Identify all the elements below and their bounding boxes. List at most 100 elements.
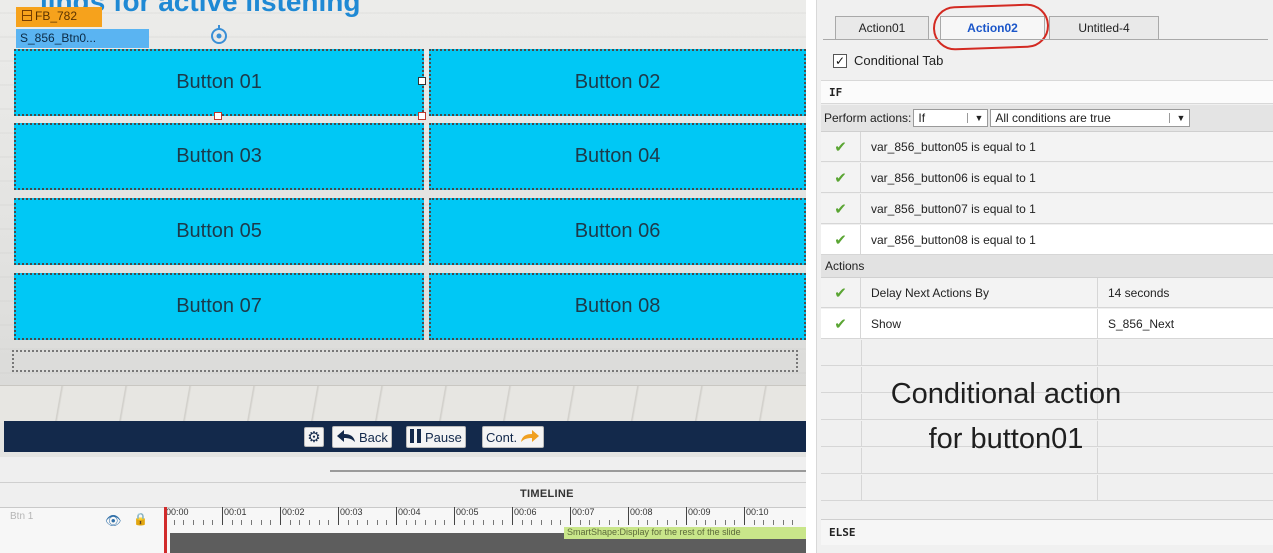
ruler-minor-tick: [415, 520, 417, 525]
timeline-separator: [0, 482, 806, 483]
rotate-icon[interactable]: [208, 24, 230, 46]
resize-handle-bottom[interactable]: [214, 112, 222, 120]
pause-icon: [410, 428, 422, 446]
action-row[interactable]: ✔ Show S_856_Next: [821, 309, 1273, 339]
ruler-minor-tick: [618, 520, 620, 525]
action-row[interactable]: ✔ Delay Next Actions By 14 seconds: [821, 278, 1273, 308]
timeline-title: TIMELINE: [520, 488, 574, 500]
highlight-circle-annotation: [932, 2, 1050, 52]
condition-row[interactable]: ✔ var_856_button07 is equal to 1: [821, 194, 1273, 224]
if-section-header: IF: [821, 80, 1273, 104]
chevron-down-icon: ▼: [967, 113, 983, 123]
valid-check-icon: ✔: [821, 225, 861, 254]
slide-button-02[interactable]: Button 02: [429, 49, 806, 116]
timeline-object-bar[interactable]: SmartShape:Display for the rest of the s…: [564, 527, 806, 539]
ruler-tick-label: 00:04: [396, 507, 421, 525]
slide-button-01[interactable]: Button 01: [14, 49, 424, 116]
ruler-minor-tick: [715, 520, 716, 525]
tab-untitled-4[interactable]: Untitled-4: [1049, 16, 1159, 39]
ruler-minor-tick: [376, 520, 378, 525]
valid-check-icon: ✔: [821, 163, 861, 192]
ruler-minor-tick: [367, 520, 368, 525]
ruler-minor-tick: [492, 520, 494, 525]
ruler-minor-tick: [695, 520, 697, 525]
ruler-minor-tick: [173, 520, 175, 525]
ruler-tick-label: 00:00: [164, 507, 189, 525]
tab-action01[interactable]: Action01: [835, 16, 929, 39]
condition-row[interactable]: ✔ var_856_button05 is equal to 1: [821, 132, 1273, 162]
resize-handle-bottom-right[interactable]: [418, 112, 426, 120]
ruler-minor-tick: [463, 520, 465, 525]
condition-row[interactable]: ✔ var_856_button08 is equal to 1: [821, 225, 1273, 255]
slide-stage[interactable]: lings for active listening FB_782 S_856_…: [0, 0, 806, 457]
pause-button[interactable]: Pause: [406, 426, 466, 448]
ruler-minor-tick: [386, 520, 388, 525]
condition-row[interactable]: ✔ var_856_button06 is equal to 1: [821, 163, 1273, 193]
button-label: Button 08: [574, 295, 661, 317]
button-label: Button 04: [574, 145, 661, 167]
slide-button-03[interactable]: Button 03: [14, 123, 424, 190]
empty-action-row[interactable]: [821, 475, 1273, 501]
slide-button-04[interactable]: Button 04: [429, 123, 806, 190]
ruler-minor-tick: [260, 520, 262, 525]
conditional-tab-label: Conditional Tab: [854, 53, 944, 68]
action-value: 14 seconds: [1097, 278, 1169, 307]
checkbox-checked-icon[interactable]: ✓: [833, 53, 847, 68]
conditions-mode-select[interactable]: All conditions are true ▼: [990, 109, 1191, 127]
slide-button-07[interactable]: Button 07: [14, 273, 424, 340]
tabs-baseline: [823, 39, 1268, 40]
perform-mode-select[interactable]: If ▼: [913, 109, 989, 127]
ruler-tick-label: 00:09: [686, 507, 711, 525]
ruler-minor-tick: [705, 520, 707, 525]
ruler-tick-label: 00:06: [512, 507, 537, 525]
button-label: Button 06: [574, 220, 661, 242]
ruler-minor-tick: [541, 520, 542, 525]
ruler-tick-label: 00:03: [338, 507, 363, 525]
continue-label: Cont.: [486, 429, 518, 445]
slide-button-05[interactable]: Button 05: [14, 198, 424, 265]
panel-divider[interactable]: [330, 470, 806, 472]
callout-annotation: Conditional action for button01: [846, 372, 1166, 462]
condition-text: var_856_button06 is equal to 1: [871, 170, 1036, 185]
ruler-minor-tick: [502, 520, 504, 525]
ruler-minor-tick: [425, 520, 426, 525]
ruler-minor-tick: [202, 520, 204, 525]
actions-section-header: Actions: [821, 255, 1273, 278]
playhead[interactable]: [164, 507, 167, 553]
ruler-minor-tick: [309, 520, 310, 525]
empty-action-row[interactable]: [821, 340, 1273, 366]
continue-button[interactable]: Cont.: [482, 426, 545, 448]
empty-placeholder-row: [12, 350, 798, 372]
action-name: Show: [871, 316, 902, 331]
object-name-tag-button: S_856_Btn0...: [16, 29, 149, 48]
ruler-tick-label: 00:01: [222, 507, 247, 525]
ruler-minor-tick: [676, 520, 678, 525]
forward-arrow-icon: [520, 429, 540, 446]
settings-gear-icon[interactable]: ⚙: [304, 427, 324, 447]
visibility-eye-icon[interactable]: 👁: [105, 513, 122, 529]
object-name-tag-fb: FB_782: [16, 7, 102, 27]
slide-button-08[interactable]: Button 08: [429, 273, 806, 340]
ruler-minor-tick: [434, 520, 436, 525]
ruler-minor-tick: [724, 520, 726, 525]
valid-check-icon: ✔: [821, 194, 861, 223]
lock-icon[interactable]: 🔒: [133, 512, 148, 526]
valid-check-icon: ✔: [821, 309, 861, 338]
resize-handle-right[interactable]: [418, 77, 426, 85]
ruler-minor-tick: [521, 520, 523, 525]
annotation-line-2: for button01: [928, 423, 1084, 455]
back-arrow-icon: [336, 429, 356, 446]
ruler-minor-tick: [589, 520, 591, 525]
button-label: Button 03: [176, 145, 262, 167]
app-root: lings for active listening FB_782 S_856_…: [0, 0, 1273, 553]
action-value: S_856_Next: [1097, 309, 1174, 338]
condition-text: var_856_button07 is equal to 1: [871, 201, 1036, 216]
slide-button-06[interactable]: Button 06: [429, 198, 806, 265]
back-button[interactable]: Back: [332, 426, 392, 448]
perform-mode-value: If: [918, 111, 926, 125]
conditional-tab-checkbox[interactable]: ✓ Conditional Tab: [833, 53, 943, 68]
else-section-header[interactable]: ELSE: [821, 519, 1273, 545]
ruler-minor-tick: [193, 520, 194, 525]
object-icon: [22, 10, 32, 21]
ruler-minor-tick: [405, 520, 407, 525]
